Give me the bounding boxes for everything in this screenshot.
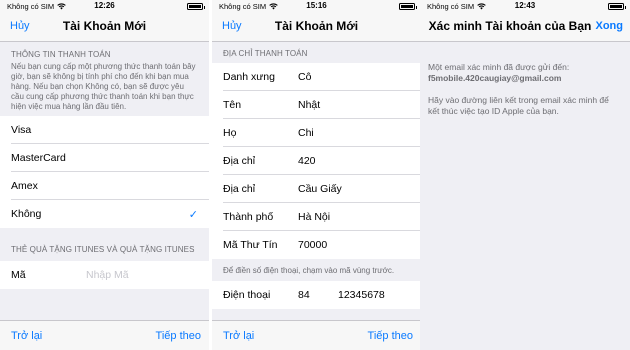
verify-account-screen: Không có SIM 12:43 Xác minh Tài khoản củ… [420,0,630,350]
gift-card-header: THẺ QUÀ TẶNG ITUNES VÀ QUÀ TẶNG ITUNES [11,245,195,254]
postal-code-field[interactable]: Mã Thư Tín 70000 [212,231,421,259]
bottom-toolbar: Trở lại Tiếp theo [0,320,209,350]
gift-code-field[interactable]: Mã Nhập Mã [0,261,209,289]
battery-icon [187,3,205,10]
status-bar: Không có SIM 12:43 [420,0,630,13]
payment-option-none[interactable]: Không ✓ [0,200,209,228]
address-line1-field[interactable]: Địa chỉ 420 [212,147,421,175]
phone-group: Điện thoại 84 12345678 [212,281,421,309]
status-bar: Không có SIM 15:16 [212,0,421,13]
option-label: MasterCard [11,152,66,164]
field-value[interactable]: 70000 [298,239,421,251]
payment-options-list: Visa MasterCard Amex Không ✓ [0,116,209,228]
payment-option-visa[interactable]: Visa [0,116,209,144]
field-label: Thành phố [223,211,274,223]
phone-field[interactable]: Điện thoại 84 12345678 [212,281,421,309]
code-input[interactable]: Nhập Mã [86,269,209,281]
next-button[interactable]: Tiếp theo [156,330,201,342]
battery-icon [399,3,417,10]
field-label: Họ [223,127,237,139]
battery-icon [608,3,626,10]
nav-title: Tài Khoản Mới [62,19,147,33]
verification-instructions: Hãy vào đường liên kết trong email xác m… [428,95,609,116]
nav-bar: Hủy Tài Khoản Mới [212,13,421,42]
verification-email: f5mobile.420caugiay@gmail.com [428,73,562,83]
field-value[interactable]: Hà Nội [298,211,421,223]
payment-option-mastercard[interactable]: MasterCard [0,144,209,172]
field-value[interactable]: Cô [298,71,421,83]
gift-code-group: Mã Nhập Mã [0,261,209,289]
nav-bar: Xác minh Tài khoản của Bạn Xong [420,13,630,42]
back-button[interactable]: Trở lại [11,330,42,342]
nav-bar: Hủy Tài Khoản Mới [0,13,209,42]
address-form: Danh xưng Cô Tên Nhật Họ Chi Địa chỉ 420… [212,63,421,259]
payment-info-header: THÔNG TIN THANH TOÁN [11,50,111,59]
field-label: Mã Thư Tín [223,239,278,251]
back-button[interactable]: Trở lại [223,330,254,342]
verification-sent-text: Một email xác minh đã được gửi đến: [428,62,570,72]
status-bar: Không có SIM 12:26 [0,0,209,13]
field-label: Địa chỉ [223,183,256,195]
option-label: Amex [11,180,38,192]
nav-title: Tài Khoản Mới [274,19,359,33]
code-label: Mã [11,269,26,281]
address-line2-field[interactable]: Địa chỉ Cầu Giấy [212,175,421,203]
phone-area-code-input[interactable]: 84 [298,289,338,301]
title-field[interactable]: Danh xưng Cô [212,63,421,91]
field-value[interactable]: Cầu Giấy [298,183,421,195]
payment-info-screen: Không có SIM 12:26 Hủy Tài Khoản Mới THÔ… [0,0,209,350]
payment-description: Nếu bạn cung cấp một phương thức thanh t… [11,62,196,111]
phone-note: Để điền số điện thoại, chạm vào mã vùng … [223,266,395,275]
field-label: Địa chỉ [223,155,256,167]
phone-number-input[interactable]: 12345678 [338,289,421,301]
option-label: Không [11,208,42,220]
field-label: Tên [223,99,242,111]
field-value[interactable]: Chi [298,127,421,139]
clock: 15:16 [306,1,327,10]
phone-label: Điện thoại [223,289,271,301]
checkmark-icon: ✓ [188,209,198,221]
payment-option-amex[interactable]: Amex [0,172,209,200]
done-button[interactable]: Xong [596,20,624,32]
nav-title: Xác minh Tài khoản của Bạn [428,19,592,33]
clock: 12:26 [94,1,115,10]
last-name-field[interactable]: Họ Chi [212,119,421,147]
next-button[interactable]: Tiếp theo [368,330,413,342]
first-name-field[interactable]: Tên Nhật [212,91,421,119]
city-field[interactable]: Thành phố Hà Nội [212,203,421,231]
billing-address-header: ĐỊA CHỈ THANH TOÁN [223,49,308,58]
billing-address-screen: Không có SIM 15:16 Hủy Tài Khoản Mới ĐỊA… [212,0,421,350]
clock: 12:43 [514,1,536,10]
option-label: Visa [11,124,32,136]
field-value[interactable]: Nhật [298,99,421,111]
field-label: Danh xưng [223,71,275,83]
field-value[interactable]: 420 [298,155,421,167]
bottom-toolbar: Trở lại Tiếp theo [212,320,421,350]
